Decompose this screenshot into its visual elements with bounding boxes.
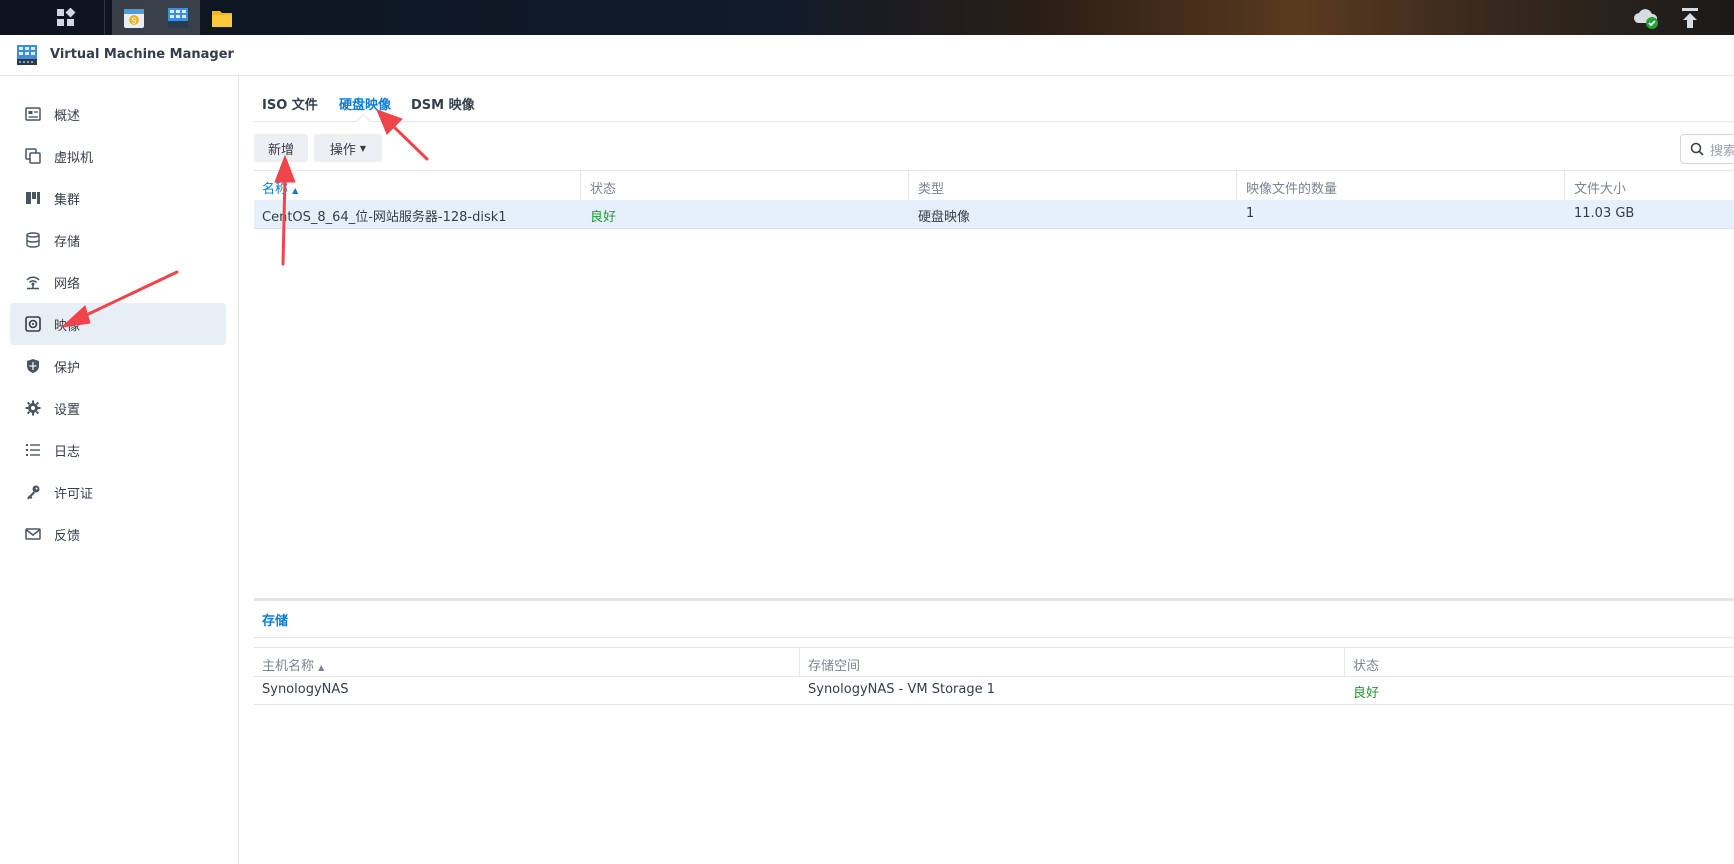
taskbar-separator xyxy=(104,0,105,35)
gear-icon xyxy=(24,399,42,417)
arrow-head-disk-tab xyxy=(376,109,403,135)
column-divider[interactable] xyxy=(1236,171,1237,200)
search-placeholder: 搜索 xyxy=(1710,143,1734,159)
sort-asc-icon: ▲ xyxy=(318,663,325,672)
sidebar-item-label: 反馈 xyxy=(54,528,81,544)
sidebar-item-label: 存储 xyxy=(54,234,81,250)
arrow-to-disk-tab xyxy=(390,123,429,161)
column-divider[interactable] xyxy=(799,648,800,676)
annotation-arrows xyxy=(60,109,429,328)
cell-storage-space: SynologyNAS - VM Storage 1 xyxy=(808,682,995,697)
add-button[interactable]: 新增 xyxy=(254,134,308,162)
sort-asc-icon: ▲ xyxy=(292,186,299,195)
sidebar-item-settings[interactable]: 设置 xyxy=(10,387,226,429)
sidebar-item-label: 网络 xyxy=(54,276,81,292)
tabs-divider xyxy=(254,121,1734,122)
sidebar-item-storage[interactable]: 存储 xyxy=(10,219,226,261)
sidebar-item-label: 保护 xyxy=(54,360,81,376)
column-header-status[interactable]: 状态 xyxy=(590,178,616,197)
tab-dsm-image[interactable]: DSM 映像 xyxy=(411,94,475,113)
cell-host: SynologyNAS xyxy=(262,682,349,697)
sidebar-item-label: 许可证 xyxy=(54,486,94,502)
storage-table-header: 主机名称 ▲ 存储空间 状态 xyxy=(254,647,1734,677)
sidebar-item-label: 日志 xyxy=(54,444,81,460)
column-header-name[interactable]: 名称 ▲ xyxy=(262,178,298,197)
active-tab-indicator xyxy=(355,113,372,130)
app-title: Virtual Machine Manager xyxy=(50,47,234,62)
sidebar-item-vm[interactable]: 虚拟机 xyxy=(10,135,226,177)
sidebar-item-overview[interactable]: 概述 xyxy=(10,93,226,135)
sidebar-item-label: 设置 xyxy=(54,402,81,418)
cell-file-size: 11.03 GB xyxy=(1574,206,1635,221)
column-divider[interactable] xyxy=(1344,648,1345,676)
column-header-host[interactable]: 主机名称 ▲ xyxy=(262,655,324,674)
action-label: 操作 xyxy=(329,142,356,158)
file-station-icon[interactable] xyxy=(200,0,244,35)
svg-text:S: S xyxy=(131,16,136,25)
table-row[interactable]: CentOS_8_64_位-网站服务器-128-disk1 良好 硬盘映像 1 … xyxy=(254,200,1734,229)
overview-icon xyxy=(24,105,42,123)
vmm-logo-icon xyxy=(16,44,38,70)
sidebar-item-license[interactable]: 许可证 xyxy=(10,471,226,513)
cell-name: CentOS_8_64_位-网站服务器-128-disk1 xyxy=(262,210,507,225)
package-center-icon[interactable]: S xyxy=(112,0,156,35)
column-header-file-count[interactable]: 映像文件的数量 xyxy=(1246,178,1337,197)
sidebar-item-cluster[interactable]: 集群 xyxy=(10,177,226,219)
sidebar-item-image[interactable]: 映像 xyxy=(10,303,226,345)
key-icon xyxy=(24,483,42,501)
search-icon xyxy=(1690,142,1704,156)
action-dropdown-button[interactable]: 操作 ▼ xyxy=(314,134,382,162)
table-row[interactable]: SynologyNAS SynologyNAS - VM Storage 1 良… xyxy=(254,676,1734,705)
vmm-app-icon[interactable] xyxy=(156,0,200,35)
upload-icon[interactable] xyxy=(1668,0,1712,35)
caret-down-icon: ▼ xyxy=(359,143,367,153)
column-header-file-size[interactable]: 文件大小 xyxy=(1574,178,1626,197)
column-header-type[interactable]: 类型 xyxy=(918,178,944,197)
tab-disk-image[interactable]: 硬盘映像 xyxy=(339,94,391,113)
network-icon xyxy=(24,273,42,291)
log-icon xyxy=(24,441,42,459)
sidebar-item-protection[interactable]: 保护 xyxy=(10,345,226,387)
sidebar-item-network[interactable]: 网络 xyxy=(10,261,226,303)
sidebar-item-label: 集群 xyxy=(54,192,81,208)
storage-icon xyxy=(24,231,42,249)
sidebar-item-label: 概述 xyxy=(54,108,81,124)
storage-tab-divider xyxy=(254,637,1734,638)
sidebar-item-label: 映像 xyxy=(54,318,81,334)
sidebar-item-label: 虚拟机 xyxy=(54,150,94,166)
sidebar-item-feedback[interactable]: 反馈 xyxy=(10,513,226,555)
column-divider[interactable] xyxy=(580,171,581,200)
column-header-status[interactable]: 状态 xyxy=(1353,655,1379,674)
column-divider[interactable] xyxy=(908,171,909,200)
cell-status: 良好 xyxy=(590,210,617,225)
column-header-storage-space[interactable]: 存储空间 xyxy=(808,655,860,674)
tab-iso-file[interactable]: ISO 文件 xyxy=(262,94,318,113)
cell-type: 硬盘映像 xyxy=(918,210,971,225)
cloud-sync-icon[interactable] xyxy=(1624,0,1668,35)
tab-storage[interactable]: 存储 xyxy=(262,610,288,629)
main-menu-icon[interactable] xyxy=(44,0,88,35)
column-divider[interactable] xyxy=(1564,171,1565,200)
cell-status: 良好 xyxy=(1353,686,1380,701)
taskbar: S xyxy=(0,0,1734,35)
cell-file-count: 1 xyxy=(1246,206,1255,221)
mail-icon xyxy=(24,525,42,543)
image-icon xyxy=(24,315,42,333)
image-table-header: 名称 ▲ 状态 类型 映像文件的数量 文件大小 xyxy=(254,170,1734,201)
search-input[interactable]: 搜索 xyxy=(1680,134,1734,164)
panel-splitter[interactable] xyxy=(254,598,1734,601)
shield-icon xyxy=(24,357,42,375)
vm-icon xyxy=(24,147,42,165)
cluster-icon xyxy=(24,189,42,207)
window-titlebar: Virtual Machine Manager xyxy=(0,35,1734,76)
sidebar: 概述 虚拟机 集群 存储 网络 映像 保护 设置 日志 许可证 反馈 xyxy=(0,76,239,864)
sidebar-item-log[interactable]: 日志 xyxy=(10,429,226,471)
